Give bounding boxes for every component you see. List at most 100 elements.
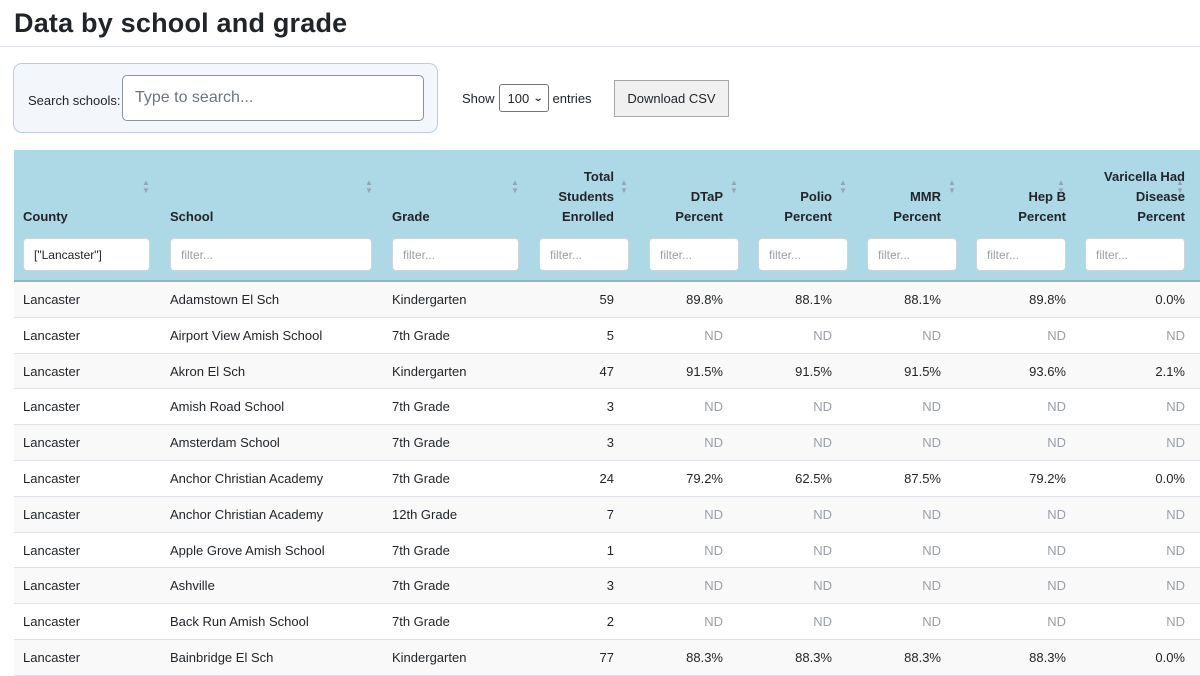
cell-county: Lancaster [23, 292, 81, 307]
cell-polio: ND [813, 399, 832, 415]
column-header-label: Grade [392, 207, 430, 227]
cell-hepb: ND [1047, 435, 1066, 451]
table-row: Lancaster Back Run Amish School 7th Grade 2… [14, 604, 1200, 640]
cell-hepb: 93.6% [1029, 363, 1066, 379]
cell-school: Ashville [170, 578, 215, 594]
cell-total: 3 [606, 399, 614, 415]
cell-grade: 7th Grade [392, 435, 450, 451]
cell-varicella: 2.1% [1155, 363, 1185, 379]
cell-mmr: ND [922, 542, 941, 558]
cell-school: Akron El Sch [170, 363, 246, 379]
filter-input-total[interactable] [539, 238, 629, 271]
entries-length-control: Show 100 ⌄ entries [462, 84, 592, 112]
cell-polio: 62.5% [795, 470, 832, 486]
cell-varicella: ND [1166, 327, 1185, 343]
cell-polio: ND [813, 614, 832, 630]
table-row: Lancaster Anchor Christian Academy 7th Gra… [14, 460, 1200, 497]
cell-grade: 7th Grade [392, 327, 450, 343]
cell-county: Lancaster [23, 435, 81, 451]
cell-total: 2 [606, 614, 614, 630]
table-body: Lancaster Adamstown El Sch Kindergarten 59 8… [14, 282, 1200, 676]
sort-icon[interactable]: ▲ ▼ [1176, 179, 1184, 195]
cell-hepb: ND [1047, 399, 1066, 415]
data-table: County▲▼School▲▼Grade▲▼TotalStudentsEnro… [14, 150, 1200, 676]
cell-school: Amish Road School [170, 399, 285, 415]
cell-dtap: 89.8% [686, 292, 723, 307]
cell-varicella: ND [1166, 542, 1185, 558]
filter-input-dtap[interactable] [649, 238, 739, 271]
cell-mmr: ND [922, 399, 941, 415]
cell-hepb: 88.3% [1029, 649, 1066, 665]
cell-dtap: ND [704, 399, 723, 415]
filter-input-grade[interactable] [392, 238, 519, 271]
column-header-county[interactable]: County [23, 150, 150, 230]
cell-hepb: ND [1047, 542, 1066, 558]
cell-total: 3 [606, 578, 614, 594]
cell-polio: ND [813, 506, 832, 522]
cell-dtap: 79.2% [686, 470, 723, 486]
cell-school: Amsterdam School [170, 435, 280, 451]
cell-varicella: ND [1166, 578, 1185, 594]
filter-input-polio[interactable] [758, 238, 848, 271]
cell-dtap: ND [704, 578, 723, 594]
column-header-line: School [170, 209, 214, 224]
search-panel: Search schools: [13, 63, 438, 133]
column-header-line: Grade [392, 209, 430, 224]
cell-dtap: ND [704, 327, 723, 343]
filter-input-school[interactable] [170, 238, 372, 271]
sort-icon[interactable]: ▲ ▼ [142, 179, 150, 195]
search-input[interactable] [122, 75, 424, 121]
entries-label: entries [552, 90, 592, 106]
cell-total: 77 [599, 649, 614, 665]
cell-polio: 88.3% [795, 649, 832, 665]
cell-grade: 7th Grade [392, 470, 450, 486]
cell-school: Bainbridge El Sch [170, 649, 274, 665]
cell-dtap: ND [704, 542, 723, 558]
cell-dtap: 88.3% [686, 649, 723, 665]
entries-select-value: 100 [507, 90, 530, 106]
cell-polio: ND [813, 435, 832, 451]
cell-school: Apple Grove Amish School [170, 542, 325, 558]
column-header-school[interactable]: School [170, 150, 372, 230]
cell-polio: 91.5% [795, 363, 832, 379]
cell-grade: 12th Grade [392, 506, 458, 522]
cell-polio: ND [813, 327, 832, 343]
cell-dtap: ND [704, 506, 723, 522]
column-header-varicella[interactable]: Varicella Had Disease Percent [1025, 150, 1185, 230]
cell-grade: 7th Grade [392, 542, 450, 558]
cell-varicella: ND [1166, 614, 1185, 630]
filter-input-hepb[interactable] [976, 238, 1066, 271]
cell-varicella: 0.0% [1155, 292, 1185, 307]
cell-grade: 7th Grade [392, 578, 450, 594]
cell-total: 1 [606, 542, 614, 558]
cell-dtap: 91.5% [686, 363, 723, 379]
cell-total: 47 [599, 363, 614, 379]
cell-mmr: ND [922, 614, 941, 630]
column-header-line: Percent [1137, 209, 1185, 224]
table-row: Lancaster Amsterdam School 7th Grade 3 ND ND N… [14, 425, 1200, 461]
download-csv-button[interactable]: Download CSV [614, 80, 729, 117]
filter-input-mmr[interactable] [867, 238, 957, 271]
cell-varicella: 0.0% [1155, 470, 1185, 486]
cell-total: 59 [599, 292, 614, 307]
table-row: Lancaster Amish Road School 7th Grade 3 ND ND… [14, 389, 1200, 426]
entries-select[interactable]: 100 ⌄ [498, 84, 549, 112]
cell-polio: ND [813, 578, 832, 594]
cell-grade: Kindergarten [392, 649, 467, 665]
cell-hepb: ND [1047, 327, 1066, 343]
table-header: County▲▼School▲▼Grade▲▼TotalStudentsEnro… [14, 150, 1200, 282]
cell-grade: 7th Grade [392, 614, 450, 630]
cell-mmr: ND [922, 327, 941, 343]
sort-icon[interactable]: ▲ ▼ [365, 179, 373, 195]
cell-school: Adamstown El Sch [170, 292, 280, 307]
cell-varicella: 0.0% [1155, 649, 1185, 665]
cell-mmr: 88.1% [904, 292, 941, 307]
filter-input-county[interactable] [23, 238, 150, 271]
cell-dtap: ND [704, 614, 723, 630]
chevron-down-icon: ⌄ [532, 92, 544, 104]
cell-dtap: ND [704, 435, 723, 451]
cell-polio: 88.1% [795, 292, 832, 307]
search-label: Search schools: [28, 93, 121, 108]
filter-input-varicella[interactable] [1085, 238, 1185, 271]
cell-grade: Kindergarten [392, 292, 467, 307]
